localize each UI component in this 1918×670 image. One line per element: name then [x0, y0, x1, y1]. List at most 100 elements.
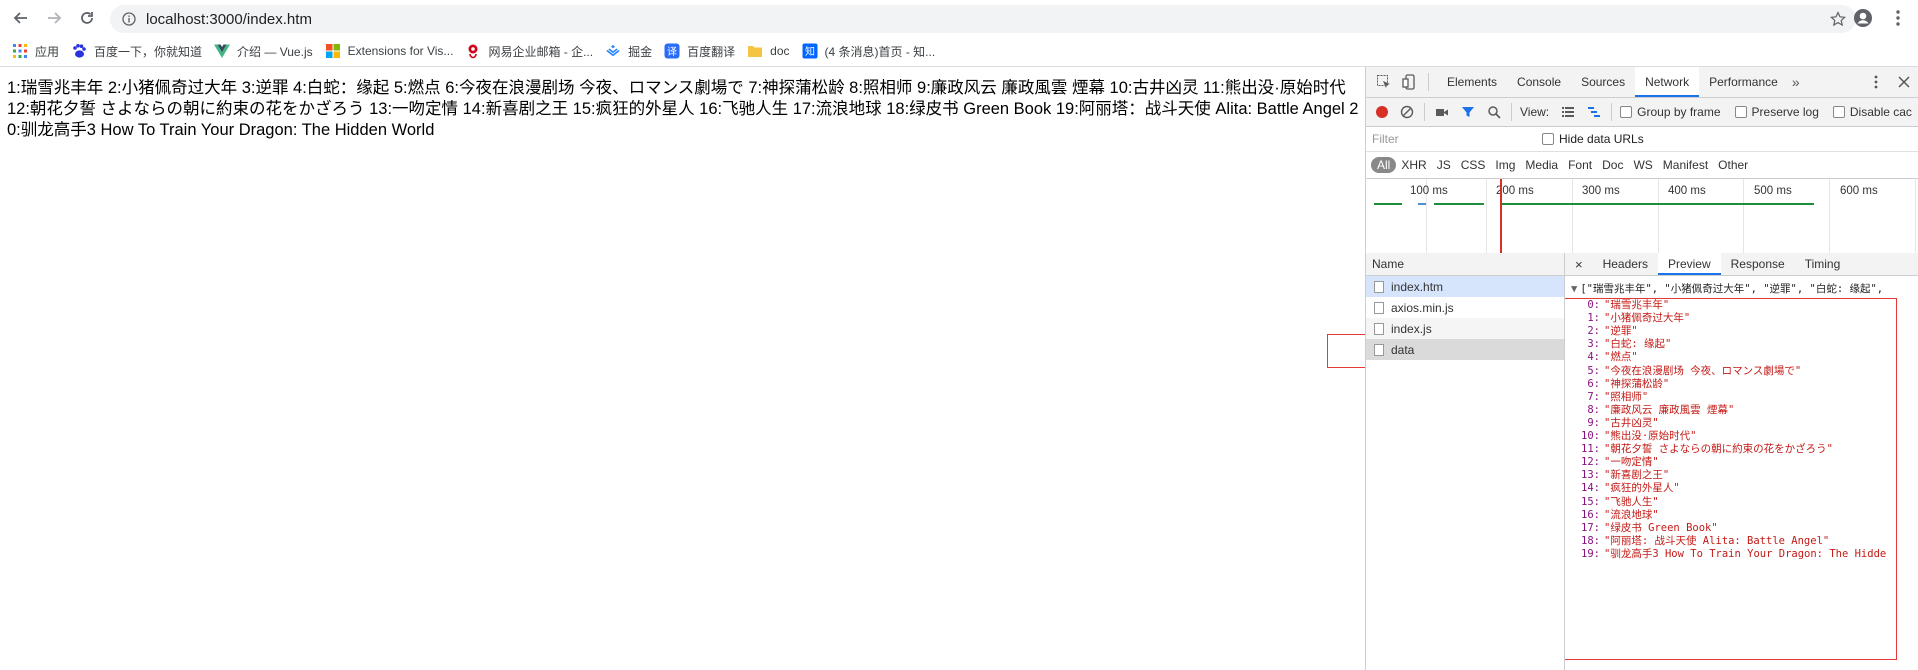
filter-row: Filter Hide data URLs: [1366, 127, 1918, 152]
expand-caret-icon[interactable]: ▼: [1571, 283, 1577, 295]
type-filter-css[interactable]: CSS: [1456, 158, 1491, 172]
profile-avatar-icon[interactable]: [1853, 8, 1873, 28]
address-bar[interactable]: localhost:3000/index.htm: [110, 5, 1856, 33]
tab-sources[interactable]: Sources: [1571, 67, 1635, 97]
request-row-index-htm[interactable]: index.htm: [1366, 276, 1564, 297]
filter-funnel-icon[interactable]: [1461, 105, 1475, 119]
tab-preview[interactable]: Preview: [1657, 253, 1721, 275]
type-filter-manifest[interactable]: Manifest: [1658, 158, 1713, 172]
disable-cache-checkbox[interactable]: [1832, 106, 1845, 118]
request-name: data: [1391, 342, 1415, 357]
timeline-tick-label: 500 ms: [1754, 185, 1792, 197]
large-rows-icon[interactable]: [1561, 105, 1575, 119]
tab-timing[interactable]: Timing: [1795, 253, 1851, 275]
timeline-tick-label: 200 ms: [1496, 185, 1534, 197]
tab-elements[interactable]: Elements: [1437, 67, 1507, 97]
apps-grid-icon: [13, 44, 27, 58]
inspect-element-icon[interactable]: [1376, 74, 1392, 90]
forward-arrow-icon[interactable]: [42, 6, 66, 30]
timeline-request-bar: [1418, 203, 1426, 205]
type-filter-xhr[interactable]: XHR: [1396, 158, 1431, 172]
juejin-logo-icon: [606, 45, 620, 57]
filter-input[interactable]: Filter: [1372, 132, 1532, 146]
request-list: index.htm axios.min.js index.js data: [1366, 276, 1564, 360]
type-filter-media[interactable]: Media: [1520, 158, 1563, 172]
url-text[interactable]: localhost:3000/index.htm: [146, 11, 312, 28]
zhihu-logo-icon: 知: [802, 43, 817, 59]
toolbar-divider: [1511, 103, 1512, 121]
detail-tab-bar: × Headers Preview Response Timing: [1565, 253, 1918, 276]
request-name: axios.min.js: [1391, 300, 1454, 315]
more-tabs-icon[interactable]: »: [1792, 74, 1800, 90]
device-toolbar-icon[interactable]: [1402, 74, 1418, 90]
clear-icon[interactable]: [1400, 105, 1414, 119]
bookmark-baidu[interactable]: 百度一下，你就知道: [71, 43, 202, 60]
bookmark-zhihu[interactable]: 知 (4 条消息)首页 - 知...: [802, 43, 936, 60]
close-devtools-icon[interactable]: [1897, 74, 1911, 90]
preview-array-summary[interactable]: ▼ ["瑞雪兆丰年", "小猪佩奇过大年", "逆罪", "白蛇: 缘起",: [1571, 281, 1883, 296]
browser-menu-icon[interactable]: [1890, 8, 1906, 28]
tab-response[interactable]: Response: [1721, 253, 1795, 275]
timeline-gridline: [1486, 179, 1487, 254]
tab-headers[interactable]: Headers: [1593, 253, 1658, 275]
group-by-frame-checkbox[interactable]: [1620, 106, 1633, 118]
hide-data-urls-label: Hide data URLs: [1559, 132, 1644, 146]
close-detail-icon[interactable]: ×: [1575, 257, 1583, 272]
bookmark-label: 网易企业邮箱 - 企...: [488, 44, 594, 59]
network-overview-timeline[interactable]: 100 ms 200 ms 300 ms 400 ms 500 ms 600 m…: [1366, 179, 1918, 255]
type-filter-other[interactable]: Other: [1713, 158, 1753, 172]
type-filter-font[interactable]: Font: [1563, 158, 1597, 172]
browser-toolbar: localhost:3000/index.htm: [0, 0, 1918, 36]
request-row-data[interactable]: data: [1366, 339, 1564, 360]
baidu-paw-icon: [73, 44, 86, 58]
group-by-frame-label: Group by frame: [1637, 105, 1721, 119]
timeline-request-bar: [1374, 203, 1402, 205]
bookmark-star-icon[interactable]: [1830, 11, 1846, 27]
network-requests-area: Name index.htm axios.min.js index.js dat…: [1366, 253, 1918, 670]
bookmark-vue[interactable]: 介绍 — Vue.js: [214, 43, 313, 60]
type-filter-ws[interactable]: WS: [1628, 158, 1657, 172]
request-row-axios[interactable]: axios.min.js: [1366, 297, 1564, 318]
back-arrow-icon[interactable]: [9, 6, 33, 30]
bookmark-label: 百度翻译: [687, 44, 736, 59]
hide-data-urls-checkbox[interactable]: [1542, 133, 1554, 145]
name-column-header[interactable]: Name: [1366, 253, 1564, 276]
network-toolbar: View: Group by frame Preserve log Disabl…: [1366, 98, 1918, 127]
timeline-gridline: [1572, 179, 1573, 254]
bookmark-apps[interactable]: 应用: [12, 43, 59, 60]
tab-console[interactable]: Console: [1507, 67, 1571, 97]
toolbar-divider: [1428, 73, 1429, 91]
info-icon[interactable]: [122, 12, 136, 26]
preserve-log-checkbox[interactable]: [1734, 106, 1747, 118]
devtools-menu-icon[interactable]: [1869, 74, 1883, 90]
bookmark-label: doc: [770, 44, 790, 58]
video-camera-icon[interactable]: [1435, 105, 1449, 119]
reload-icon[interactable]: [75, 6, 99, 30]
tab-network[interactable]: Network: [1635, 67, 1700, 97]
bookmark-extensions[interactable]: Extensions for Vis...: [325, 43, 453, 59]
type-filter-js[interactable]: JS: [1432, 158, 1456, 172]
bookmark-doc[interactable]: doc: [747, 43, 790, 59]
bookmark-juejin[interactable]: 掘金: [605, 43, 652, 60]
request-detail-pane: × Headers Preview Response Timing ▼ ["瑞雪兆…: [1565, 253, 1918, 670]
bookmark-baidu-translate[interactable]: 译 百度翻译: [664, 43, 735, 60]
type-filter-doc[interactable]: Doc: [1597, 158, 1628, 172]
bookmark-label: 应用: [35, 44, 60, 59]
bookmark-label: (4 条消息)首页 - 知...: [824, 44, 936, 59]
timeline-tick-label: 400 ms: [1668, 185, 1706, 197]
timeline-tick-label: 600 ms: [1840, 185, 1878, 197]
bookmarks-bar: 应用 百度一下，你就知道 介绍 — Vue.js Extensions for …: [0, 36, 1918, 67]
tab-performance[interactable]: Performance: [1699, 67, 1788, 97]
record-icon[interactable]: [1376, 106, 1388, 118]
netease-mail-icon: [468, 44, 478, 59]
bookmark-netease-mail[interactable]: 网易企业邮箱 - 企...: [465, 43, 593, 60]
request-row-index-js[interactable]: index.js: [1366, 318, 1564, 339]
waterfall-view-icon[interactable]: [1587, 105, 1601, 119]
type-filter-all[interactable]: All: [1371, 157, 1397, 173]
windows-tiles-icon: [325, 44, 340, 58]
type-filter-img[interactable]: Img: [1490, 158, 1520, 172]
search-icon[interactable]: [1487, 105, 1501, 119]
bookmark-label: 百度一下，你就知道: [94, 44, 203, 59]
timeline-tick-label: 100 ms: [1410, 185, 1448, 197]
document-icon: [1374, 343, 1384, 356]
